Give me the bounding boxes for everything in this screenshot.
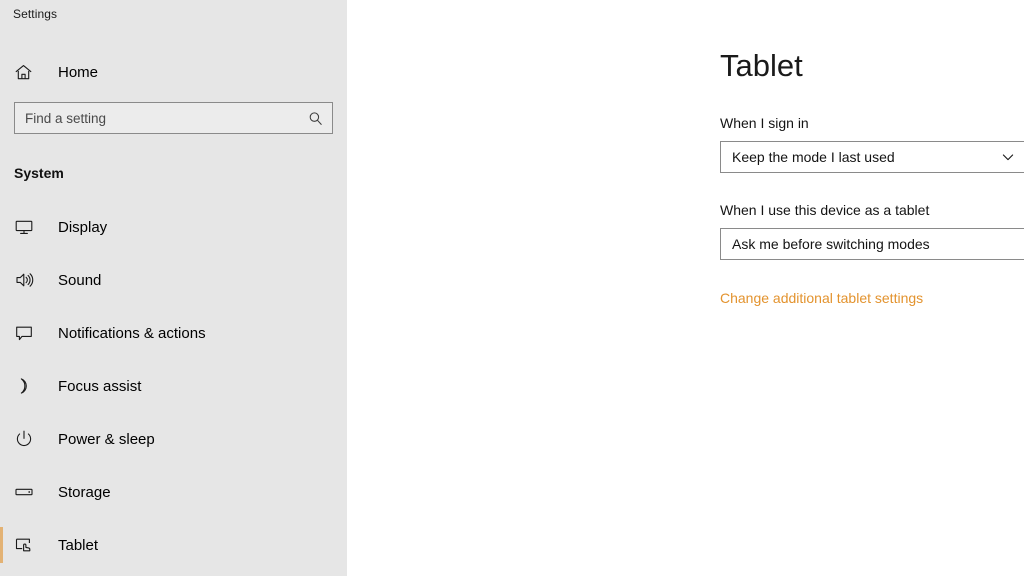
- sidebar-item-storage-label: Storage: [58, 483, 111, 501]
- main-content: Tablet When I sign in Keep the mode I la…: [347, 0, 1024, 576]
- field-when-i-sign-in: When I sign in Keep the mode I last used: [720, 114, 1024, 173]
- disk-drive-icon: [14, 482, 44, 502]
- sidebar-item-power-sleep-label: Power & sleep: [58, 430, 155, 448]
- link-row: Change additional tablet settings: [720, 289, 1024, 308]
- crescent-moon-icon: [14, 376, 44, 396]
- chevron-down-icon: [1000, 150, 1016, 164]
- page-title: Tablet: [720, 48, 803, 83]
- sidebar-item-focus-assist-label: Focus assist: [58, 377, 142, 395]
- sidebar-nav-list: Display Sound Notifications & actions Fo…: [0, 207, 347, 565]
- dropdown-tablet-mode-behavior-value: Ask me before switching modes: [732, 236, 930, 252]
- dropdown-sign-in-mode-value: Keep the mode I last used: [732, 149, 895, 165]
- change-additional-tablet-settings-link[interactable]: Change additional tablet settings: [720, 290, 923, 306]
- comment-balloon-icon: [14, 323, 44, 343]
- window-title: Settings: [13, 7, 58, 21]
- speaker-icon: [14, 270, 44, 290]
- search-box[interactable]: [14, 102, 333, 134]
- main-content-inner: Tablet When I sign in Keep the mode I la…: [720, 46, 1024, 308]
- sidebar-item-tablet[interactable]: Tablet: [0, 525, 347, 565]
- sidebar-item-notifications[interactable]: Notifications & actions: [0, 313, 347, 353]
- monitor-icon: [14, 217, 44, 237]
- search-input[interactable]: [25, 103, 306, 133]
- field-label-use-as-tablet: When I use this device as a tablet: [720, 202, 930, 218]
- sidebar-item-home[interactable]: Home: [0, 52, 347, 92]
- sidebar-item-power-sleep[interactable]: Power & sleep: [0, 419, 347, 459]
- sidebar-item-home-label: Home: [58, 63, 99, 81]
- sidebar-group-header: System: [14, 165, 64, 181]
- sidebar-item-focus-assist[interactable]: Focus assist: [0, 366, 347, 406]
- settings-window: Settings Home System: [0, 0, 1024, 576]
- sidebar-item-sound-label: Sound: [58, 271, 102, 289]
- sidebar-item-display-label: Display: [58, 218, 108, 236]
- sidebar-item-tablet-label: Tablet: [58, 536, 99, 554]
- tablet-touch-icon: [14, 535, 44, 555]
- sidebar: Settings Home System: [0, 0, 347, 576]
- search-icon[interactable]: [306, 111, 324, 126]
- field-when-using-as-tablet: When I use this device as a tablet Ask m…: [720, 201, 1024, 260]
- sidebar-item-storage[interactable]: Storage: [0, 472, 347, 512]
- sidebar-item-sound[interactable]: Sound: [0, 260, 347, 300]
- power-icon: [14, 429, 44, 449]
- home-icon: [14, 63, 44, 82]
- field-label-sign-in: When I sign in: [720, 115, 809, 131]
- dropdown-sign-in-mode[interactable]: Keep the mode I last used: [720, 141, 1024, 173]
- sidebar-item-notifications-label: Notifications & actions: [58, 324, 206, 342]
- dropdown-tablet-mode-behavior[interactable]: Ask me before switching modes: [720, 228, 1024, 260]
- sidebar-item-display[interactable]: Display: [0, 207, 347, 247]
